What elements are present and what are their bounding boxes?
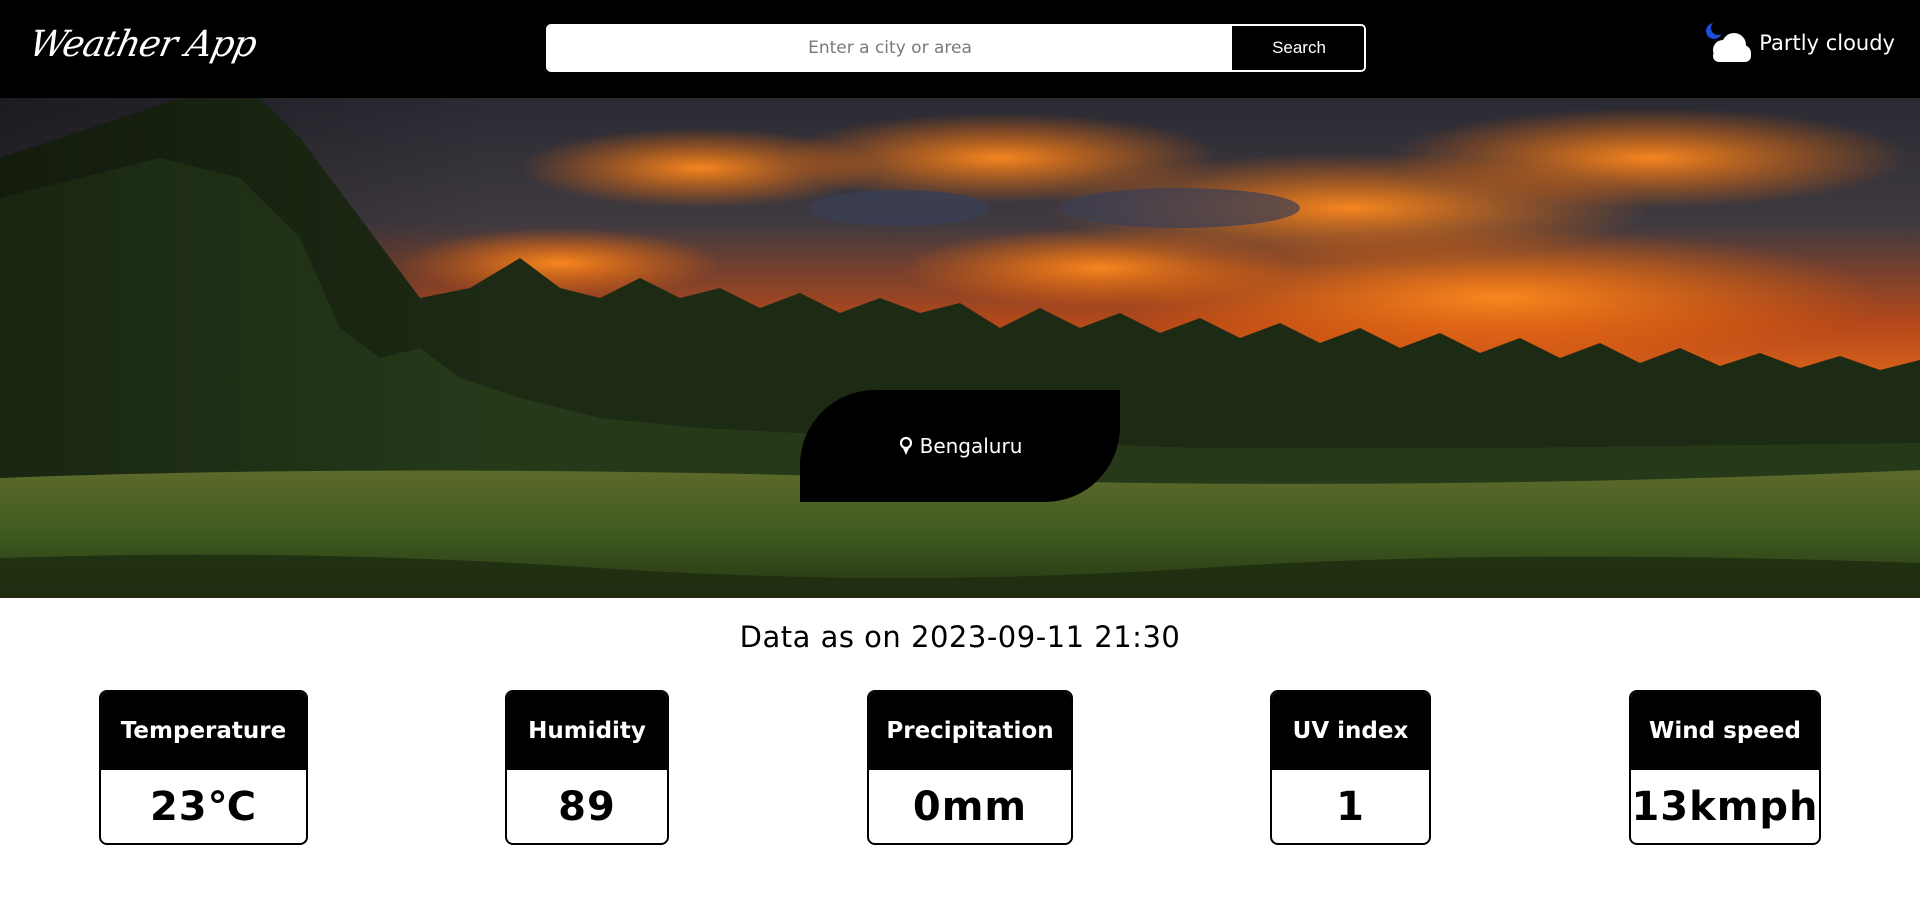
search-button[interactable]: Search <box>1234 26 1364 70</box>
metric-value: 13kmph <box>1631 783 1819 830</box>
metric-card-temperature: Temperature 23℃ <box>99 690 308 845</box>
data-timestamp: Data as on 2023-09-11 21:30 <box>739 620 1181 654</box>
metric-label: Humidity <box>507 692 667 770</box>
hero-banner: Bengaluru <box>0 98 1920 598</box>
metric-label: Temperature <box>101 692 306 770</box>
location-name: Bengaluru <box>919 434 1023 458</box>
metric-card-humidity: Humidity 89 <box>505 690 669 845</box>
partly-cloudy-night-icon <box>1703 20 1753 66</box>
metric-label: UV index <box>1272 692 1429 770</box>
app-logo[interactable]: Weather App <box>26 24 260 65</box>
metric-card-precipitation: Precipitation 0mm <box>867 690 1073 845</box>
navbar: Weather App Search Partly cloudy <box>0 0 1920 98</box>
metric-card-wind-speed: Wind speed 13kmph <box>1629 690 1821 845</box>
sunset-forest-meadow-image <box>0 98 1920 598</box>
metric-label: Wind speed <box>1631 692 1819 770</box>
search-input[interactable] <box>548 26 1234 70</box>
current-condition: Partly cloudy <box>1703 20 1895 66</box>
metric-card-uv-index: UV index 1 <box>1270 690 1431 845</box>
metric-value: 89 <box>558 783 616 830</box>
metric-label: Precipitation <box>869 692 1071 770</box>
metric-value: 0mm <box>912 783 1028 830</box>
condition-text: Partly cloudy <box>1759 31 1895 55</box>
location-badge: Bengaluru <box>800 390 1120 502</box>
search-form: Search <box>546 24 1366 72</box>
metric-value: 23℃ <box>149 783 258 830</box>
metric-value: 1 <box>1336 783 1365 830</box>
map-pin-icon <box>898 436 914 456</box>
